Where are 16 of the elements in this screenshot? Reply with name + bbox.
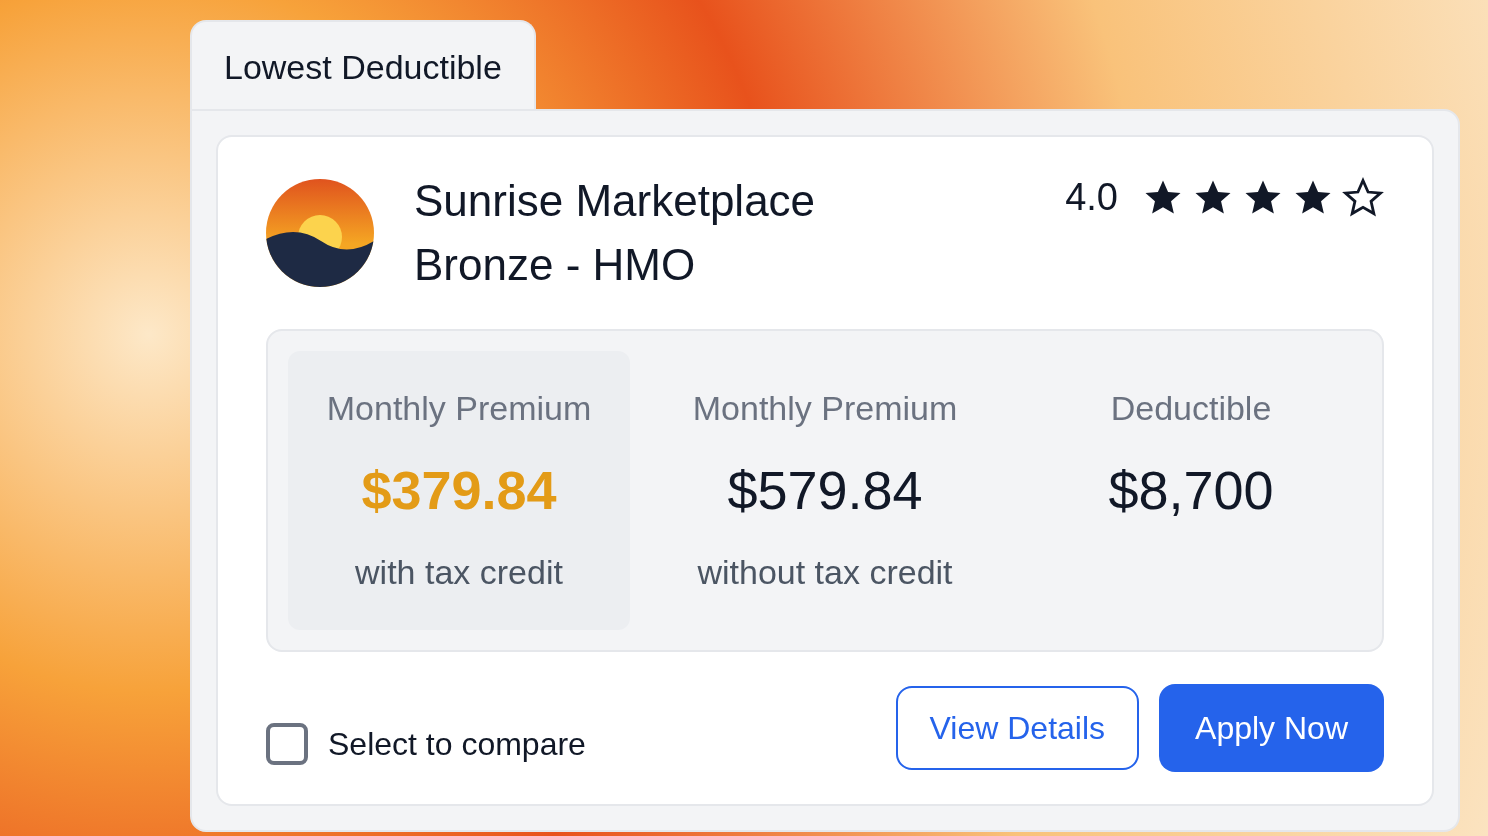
empty-star-icon: [1342, 176, 1384, 219]
rating-value: 4.0: [1065, 175, 1118, 220]
cost-value: $579.84: [727, 458, 923, 522]
cost-value: $379.84: [361, 458, 557, 522]
compare-checkbox[interactable]: [266, 722, 308, 765]
apply-button[interactable]: Apply Now: [1159, 683, 1384, 772]
details-button[interactable]: View Details: [895, 685, 1140, 770]
cost-label: Monthly Premium: [326, 387, 592, 429]
cost-label: Monthly Premium: [692, 387, 958, 429]
tab-label: Lowest Deductible: [190, 20, 536, 109]
cost-note: with tax credit: [355, 551, 563, 593]
cost-value: $8,700: [1108, 458, 1274, 522]
compare-label: Select to compare: [328, 724, 586, 764]
cost-label: Deductible: [1110, 387, 1272, 429]
cost-note: without tax credit: [697, 551, 953, 593]
plan-title: Sunrise Marketplace Bronze - HMO: [414, 175, 817, 291]
